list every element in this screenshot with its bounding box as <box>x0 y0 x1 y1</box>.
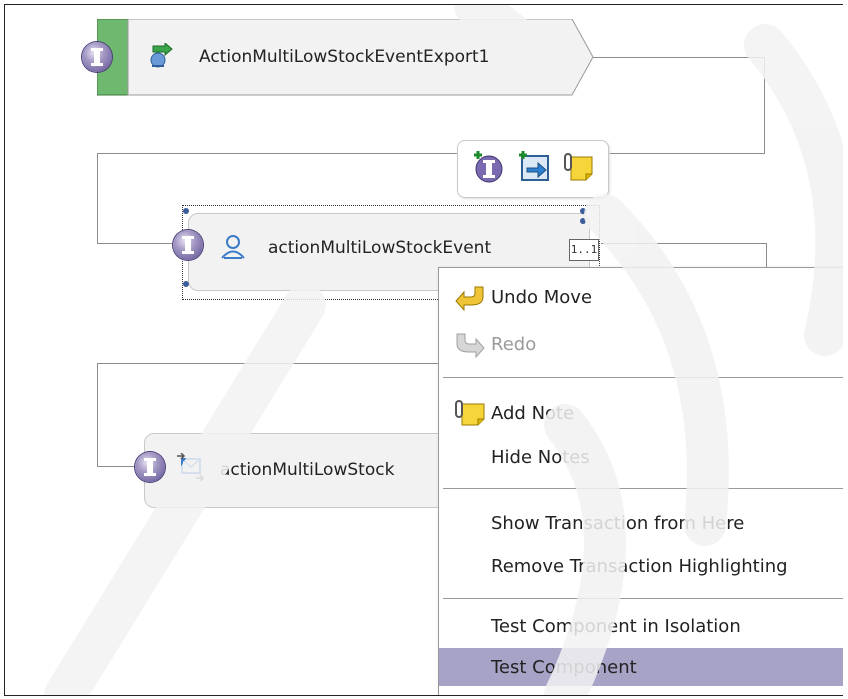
menu-item-test-component[interactable]: Test Component <box>439 648 843 686</box>
add-note-icon[interactable] <box>562 150 596 184</box>
wire-to-component <box>97 243 172 244</box>
component-node-label: actionMultiLowStockEvent <box>268 238 492 258</box>
menu-item-label: Hide Notes <box>491 447 590 468</box>
selection-handle[interactable] <box>580 208 586 214</box>
menu-item-undo-move[interactable]: Undo Move <box>439 278 843 316</box>
menu-separator <box>443 377 843 378</box>
lower-component-node[interactable]: actionMultiLowStock <box>135 433 464 508</box>
wire-component-out <box>601 243 767 244</box>
menu-item-add-note[interactable]: Add Note <box>439 394 843 432</box>
cardinality-badge: 1..1 <box>569 239 599 261</box>
wire-to-lower <box>97 466 137 467</box>
wire-top-horizontal <box>97 153 765 154</box>
context-menu: Undo Move Redo Add Note Hide Notes Show … <box>438 267 843 695</box>
menu-separator <box>443 598 843 599</box>
assembly-diagram-canvas[interactable]: ActionMultiLowStockEventExport1 actionMu… <box>4 4 843 696</box>
add-interface-icon[interactable] <box>472 150 504 184</box>
selection-handle[interactable] <box>580 218 586 224</box>
menu-item-label: Redo <box>491 334 537 355</box>
interface-icon[interactable] <box>135 452 165 482</box>
menu-item-redo[interactable]: Redo <box>439 325 843 363</box>
menu-separator <box>443 488 843 489</box>
wire-lower-horizontal <box>97 363 447 364</box>
export-node[interactable]: ActionMultiLowStockEventExport1 <box>82 19 597 96</box>
menu-item-show-transaction[interactable]: Show Transaction from Here <box>439 504 843 542</box>
export-icon <box>150 43 173 68</box>
note-icon <box>455 400 485 426</box>
export-node-label: ActionMultiLowStockEventExport1 <box>199 47 490 67</box>
menu-item-label: Test Component <box>491 657 637 678</box>
menu-item-label: Add Note <box>491 403 575 424</box>
java-component-icon <box>221 235 245 259</box>
menu-item-label: Remove Transaction Highlighting <box>491 556 788 577</box>
wire-left-down <box>97 153 98 244</box>
selection-handle[interactable] <box>183 208 189 214</box>
wire-lower-left-down <box>97 363 98 467</box>
selection-handle[interactable] <box>183 281 189 287</box>
interface-icon[interactable] <box>173 230 203 260</box>
map-component-icon <box>177 453 204 481</box>
menu-item-test-component-in-isolation[interactable]: Test Component in Isolation <box>439 607 843 645</box>
wire-export-down <box>764 57 765 154</box>
menu-item-hide-notes[interactable]: Hide Notes <box>439 438 843 476</box>
undo-icon <box>455 286 484 311</box>
menu-item-label: Test Component in Isolation <box>491 616 741 637</box>
interface-icon[interactable] <box>82 42 112 72</box>
lower-component-label: actionMultiLowStock <box>220 460 395 480</box>
wire-export-right <box>590 57 765 58</box>
redo-icon <box>456 333 485 358</box>
menu-item-label: Undo Move <box>491 287 593 308</box>
menu-item-label: Show Transaction from Here <box>491 513 745 534</box>
add-reference-icon[interactable] <box>518 150 552 184</box>
hover-palette <box>457 140 609 198</box>
menu-item-remove-transaction-highlighting[interactable]: Remove Transaction Highlighting <box>439 547 843 585</box>
